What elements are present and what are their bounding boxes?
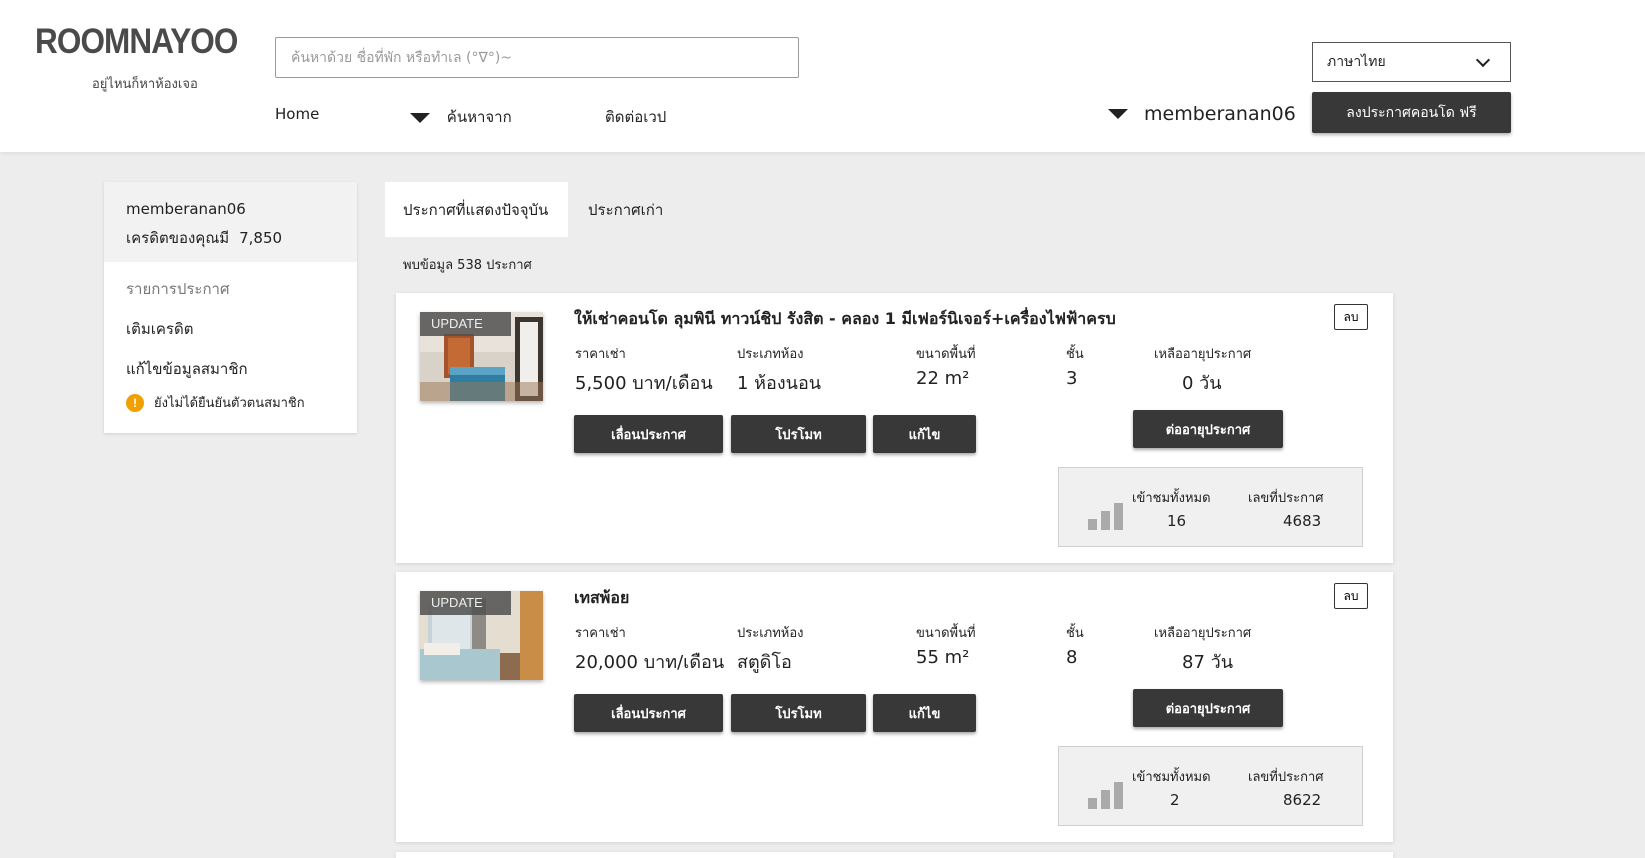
room-type-value: 1 ห้องนอน [737, 373, 822, 394]
site-logo[interactable]: ROOMNAYOO [35, 22, 238, 62]
remaining-label: เหลืออายุประกาศ [1154, 626, 1252, 641]
room-type-value: สตูดิโอ [737, 652, 792, 673]
caret-down-icon [1108, 109, 1128, 119]
nav-contact-link[interactable]: ติดต่อเวป [605, 105, 666, 129]
nav-search-from-label: ค้นหาจาก [446, 108, 512, 126]
caret-down-icon [410, 112, 430, 123]
renew-listing-button[interactable]: ต่ออายุประกาศ [1133, 410, 1283, 448]
verification-warning-text: ยังไม่ได้ยืนยันตัวตนสมาชิก [154, 396, 305, 411]
language-select[interactable]: ภาษาไทย [1312, 42, 1511, 82]
results-count: พบข้อมูล 538 ประกาศ [403, 258, 532, 273]
user-menu-name: memberanan06 [1144, 103, 1296, 125]
area-label: ขนาดพื้นที่ [916, 347, 976, 362]
credit-value: 7,850 [239, 229, 283, 247]
floor-value: 3 [1066, 368, 1078, 389]
listing-card: UPDATE ให้เช่าคอนโด ลุมพินี ทาวน์ชิป รัง… [396, 293, 1393, 563]
remaining-label: เหลืออายุประกาศ [1154, 347, 1252, 362]
price-value: 5,500 บาท/เดือน [575, 373, 713, 394]
bump-listing-button[interactable]: เลื่อนประกาศ [574, 694, 723, 732]
search-input[interactable] [275, 37, 799, 78]
edit-button[interactable]: แก้ไข [873, 415, 976, 453]
listing-card [396, 852, 1393, 858]
account-sidebar: memberanan06 เครดิตของคุณมี 7,850 รายการป… [104, 182, 357, 433]
views-label: เข้าชมทั้งหมด [1132, 491, 1211, 506]
tab-old-listings[interactable]: ประกาศเก่า [570, 182, 681, 237]
renew-listing-button[interactable]: ต่ออายุประกาศ [1133, 689, 1283, 727]
sidebar-item-edit-profile[interactable]: แก้ไขข้อมูลสมาชิก [126, 357, 248, 381]
listing-thumbnail[interactable]: UPDATE [420, 312, 543, 401]
area-value: 55 m² [916, 647, 970, 668]
listing-number-value: 4683 [1283, 512, 1322, 530]
update-badge: UPDATE [420, 312, 511, 336]
tab-current-listings[interactable]: ประกาศที่แสดงปัจจุบัน [385, 182, 568, 237]
listing-number-label: เลขที่ประกาศ [1248, 770, 1324, 785]
listing-number-label: เลขที่ประกาศ [1248, 491, 1324, 506]
views-label: เข้าชมทั้งหมด [1132, 770, 1211, 785]
nav-search-from-menu[interactable]: ค้นหาจาก [410, 105, 512, 129]
area-value: 22 m² [916, 368, 970, 389]
verification-warning[interactable]: ! ยังไม่ได้ยืนยันตัวตนสมาชิก [126, 392, 305, 413]
room-type-label: ประเภทห้อง [737, 626, 804, 641]
user-menu[interactable]: memberanan06 [1108, 103, 1296, 125]
room-type-label: ประเภทห้อง [737, 347, 804, 362]
price-value: 20,000 บาท/เดือน [575, 652, 725, 673]
sidebar-username: memberanan06 [126, 200, 246, 218]
remaining-value: 0 วัน [1182, 373, 1222, 394]
listing-card: UPDATE เทสพ้อย ลบ ราคาเช่า ประเภทห้อง ขน… [396, 572, 1393, 842]
account-summary: memberanan06 เครดิตของคุณมี 7,850 [104, 182, 357, 262]
delete-button[interactable]: ลบ [1334, 304, 1368, 330]
site-tagline: อยู่ไหนก็หาห้องเจอ [92, 77, 198, 92]
sidebar-item-top-up-credit[interactable]: เติมเครดิต [126, 317, 193, 341]
listing-title[interactable]: เทสพ้อย [574, 586, 629, 611]
listing-stats: เข้าชมทั้งหมด เลขที่ประกาศ 16 4683 [1058, 467, 1363, 547]
floor-value: 8 [1066, 647, 1078, 668]
language-select-value: ภาษาไทย [1327, 54, 1386, 70]
views-value: 16 [1167, 512, 1187, 530]
post-condo-button[interactable]: ลงประกาศคอนโด ฟรี [1312, 92, 1511, 133]
bump-listing-button[interactable]: เลื่อนประกาศ [574, 415, 723, 453]
sidebar-item-listings[interactable]: รายการประกาศ [126, 277, 230, 301]
bar-chart-icon [1088, 779, 1124, 809]
floor-label: ชั้น [1066, 626, 1084, 641]
price-label: ราคาเช่า [575, 626, 626, 641]
listing-title[interactable]: ให้เช่าคอนโด ลุมพินี ทาวน์ชิป รังสิต - ค… [574, 307, 1116, 332]
edit-button[interactable]: แก้ไข [873, 694, 976, 732]
promote-button[interactable]: โปรโมท [731, 415, 866, 453]
credit-balance: เครดิตของคุณมี 7,850 [126, 226, 335, 250]
update-badge: UPDATE [420, 591, 511, 615]
price-label: ราคาเช่า [575, 347, 626, 362]
listing-stats: เข้าชมทั้งหมด เลขที่ประกาศ 2 8622 [1058, 746, 1363, 826]
promote-button[interactable]: โปรโมท [731, 694, 866, 732]
warning-icon: ! [126, 393, 144, 412]
bar-chart-icon [1088, 500, 1124, 530]
site-header: ROOMNAYOO อยู่ไหนก็หาห้องเจอ Home ค้นหาจ… [0, 0, 1645, 152]
nav-home-link[interactable]: Home [275, 105, 319, 123]
remaining-value: 87 วัน [1182, 652, 1234, 673]
chevron-down-icon [1475, 52, 1491, 67]
floor-label: ชั้น [1066, 347, 1084, 362]
listing-thumbnail[interactable]: UPDATE [420, 591, 543, 680]
area-label: ขนาดพื้นที่ [916, 626, 976, 641]
credit-label: เครดิตของคุณมี [126, 229, 230, 247]
views-value: 2 [1170, 791, 1180, 809]
delete-button[interactable]: ลบ [1334, 583, 1368, 609]
listing-number-value: 8622 [1283, 791, 1322, 809]
